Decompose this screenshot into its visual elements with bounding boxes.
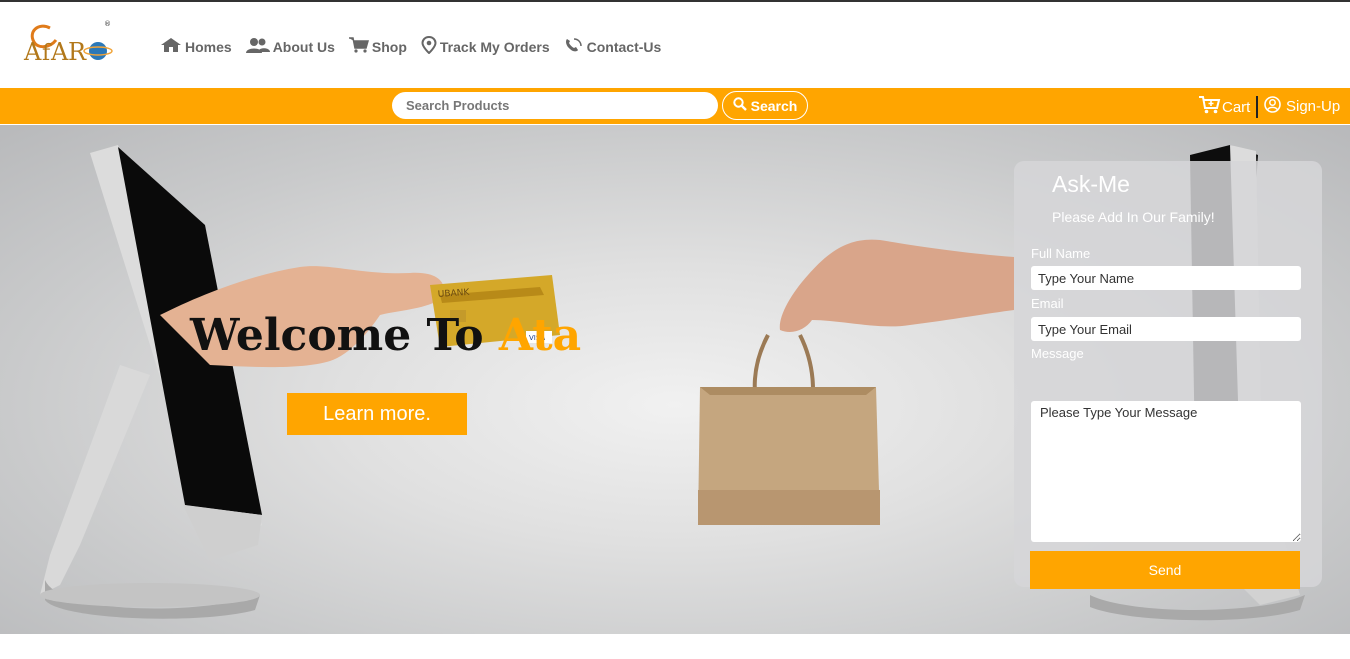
search-button[interactable]: Search bbox=[722, 91, 808, 120]
search-input[interactable] bbox=[392, 92, 718, 119]
main-nav: Homes About Us Shop Track My Orders Cont… bbox=[160, 35, 675, 57]
welcome-heading: Welcome To Ata bbox=[190, 310, 581, 361]
svg-text:A: A bbox=[23, 38, 42, 66]
site-logo[interactable]: A f A R ® bbox=[20, 16, 116, 76]
site-header: A f A R ® Homes About Us Shop Track My O… bbox=[0, 2, 1350, 88]
search-bar: Search Cart Sign-Up bbox=[0, 88, 1350, 124]
search-icon bbox=[732, 97, 751, 114]
full-name-label: Full Name bbox=[1031, 246, 1091, 261]
users-icon bbox=[245, 37, 273, 56]
signup-label: Sign-Up bbox=[1286, 98, 1341, 115]
email-label: Email bbox=[1031, 296, 1064, 311]
account-divider bbox=[1256, 96, 1258, 118]
nav-item-homes[interactable]: Homes bbox=[160, 37, 232, 56]
page: A f A R ® Homes About Us Shop Track My O… bbox=[0, 0, 1350, 659]
welcome-brand: Ata bbox=[498, 310, 582, 361]
email-field[interactable] bbox=[1031, 317, 1301, 341]
nav-label: About Us bbox=[272, 38, 335, 55]
nav-label: Shop bbox=[371, 38, 407, 55]
message-label: Message bbox=[1031, 346, 1084, 361]
hero-banner: UBANK VISA Welcome To Ata Learn more. As… bbox=[0, 125, 1350, 634]
send-button[interactable]: Send bbox=[1030, 551, 1300, 589]
nav-item-shop[interactable]: Shop bbox=[348, 37, 407, 56]
svg-text:A: A bbox=[50, 38, 69, 66]
cart-icon bbox=[348, 37, 372, 56]
form-title: Ask-Me bbox=[1052, 171, 1130, 197]
learn-more-button[interactable]: Learn more. bbox=[287, 393, 467, 435]
left-monitor-image bbox=[40, 145, 262, 619]
svg-text:®: ® bbox=[104, 20, 111, 28]
cart-label: Cart bbox=[1222, 98, 1251, 116]
full-name-field[interactable] bbox=[1031, 266, 1301, 290]
map-pin-icon bbox=[421, 35, 440, 57]
hand-with-bag-image bbox=[698, 239, 1014, 525]
ask-me-form: Ask-Me Please Add In Our Family! Full Na… bbox=[1014, 161, 1322, 589]
phone-icon bbox=[564, 37, 587, 56]
nav-item-track-orders[interactable]: Track My Orders bbox=[421, 35, 550, 57]
nav-label: Track My Orders bbox=[439, 38, 550, 55]
home-icon bbox=[160, 37, 185, 56]
user-circle-icon bbox=[1264, 96, 1286, 117]
nav-item-contact-us[interactable]: Contact-Us bbox=[564, 37, 662, 56]
nav-item-about-us[interactable]: About Us bbox=[245, 37, 335, 56]
form-subtitle: Please Add In Our Family! bbox=[1052, 209, 1215, 225]
cart-add-icon bbox=[1199, 96, 1222, 118]
welcome-prefix: Welcome To bbox=[190, 310, 484, 361]
cart-link[interactable]: Cart bbox=[1199, 96, 1250, 118]
message-field[interactable] bbox=[1031, 401, 1301, 542]
nav-label: Contact-Us bbox=[586, 38, 662, 55]
signup-link[interactable]: Sign-Up bbox=[1264, 96, 1340, 117]
search-button-label: Search bbox=[750, 97, 798, 114]
nav-label: Homes bbox=[185, 38, 232, 55]
